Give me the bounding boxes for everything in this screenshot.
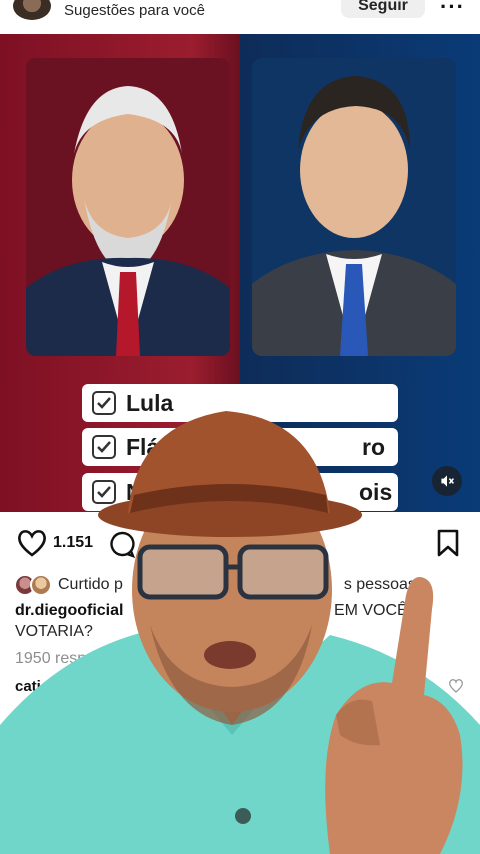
more-icon[interactable]: ··· bbox=[440, 0, 465, 20]
heart-icon[interactable] bbox=[16, 528, 48, 558]
checkbox-icon bbox=[92, 480, 116, 504]
poll-option-2[interactable]: Flá ro bbox=[82, 428, 398, 466]
liked-by-text: Curtido p s pessoas bbox=[58, 576, 416, 594]
caption-text: HOJE, EM VOCÊ bbox=[282, 602, 408, 619]
liked-by-suffix: s pessoas bbox=[343, 576, 416, 593]
poll-option-label: N bbox=[126, 478, 143, 505]
bookmark-icon[interactable] bbox=[436, 528, 460, 558]
poll-option-label: Lula bbox=[126, 389, 174, 416]
portrait-left bbox=[26, 58, 230, 356]
view-replies-link[interactable]: 1950 respo bbox=[15, 650, 95, 668]
poll-option-suffix: ois bbox=[359, 478, 393, 505]
comment-like-icon[interactable] bbox=[448, 678, 464, 694]
poll-option-3[interactable]: N ois bbox=[82, 473, 398, 511]
portrait-right bbox=[252, 58, 456, 356]
liked-by-prefix: Curtido p bbox=[58, 576, 123, 593]
avatar bbox=[30, 574, 52, 596]
suggestions-label: Sugestões para você bbox=[64, 2, 205, 19]
caption-username[interactable]: dr.diegooficial bbox=[15, 602, 123, 619]
liked-by-row[interactable]: Curtido p s pessoas bbox=[14, 574, 474, 598]
poll-option-suffix: ro bbox=[362, 433, 385, 460]
like-count[interactable]: 1.151 bbox=[53, 534, 93, 552]
checkbox-icon bbox=[92, 435, 116, 459]
mute-icon[interactable] bbox=[432, 466, 462, 496]
comment-icon[interactable] bbox=[108, 530, 136, 558]
follow-button[interactable]: Seguir bbox=[341, 0, 425, 18]
top-bar: Sugestões para você Seguir ··· bbox=[0, 0, 480, 34]
account-avatar[interactable] bbox=[13, 0, 51, 20]
poll-option-label: Flá bbox=[126, 433, 160, 460]
post-caption: dr.diegooficial HOJE, EM VOCÊ VOTARIA? bbox=[15, 600, 467, 642]
action-bar: 1.151 bbox=[0, 516, 480, 572]
poll-option-1[interactable]: Lula bbox=[82, 384, 398, 422]
comment-username[interactable]: cati bbox=[15, 678, 41, 695]
post-image[interactable]: Lula Flá ro N ois bbox=[0, 34, 480, 512]
checkbox-icon bbox=[92, 391, 116, 415]
caption-text-line2: VOTARIA? bbox=[15, 623, 93, 640]
